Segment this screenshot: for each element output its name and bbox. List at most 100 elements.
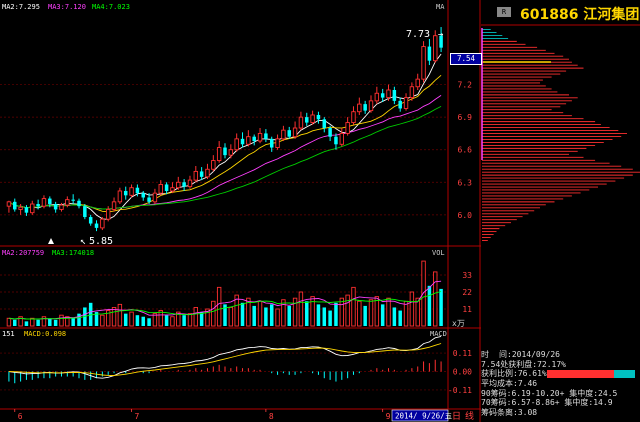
volume-bar — [281, 299, 286, 327]
volume-bar — [147, 318, 151, 326]
tab-line[interactable]: 线 — [465, 410, 474, 422]
volume-bar — [117, 303, 123, 327]
stock-badge: R — [497, 7, 511, 17]
volume-bar — [398, 310, 402, 326]
volume-bar — [433, 271, 438, 327]
y-tick-label: 22 — [462, 288, 472, 297]
volume-bar — [211, 300, 216, 327]
volume-bar — [269, 304, 274, 326]
volume-bar — [339, 297, 345, 327]
candle-body — [374, 92, 380, 102]
candle-body — [287, 130, 291, 137]
volume-bar — [310, 296, 315, 327]
candle-body — [129, 187, 134, 196]
candle-body — [94, 223, 99, 228]
stat-avg-cost: 平均成本:7.46 — [481, 379, 538, 389]
volume-bar — [100, 314, 105, 327]
volume-bar — [368, 299, 374, 327]
candle-body — [392, 90, 397, 101]
volume-bar — [123, 313, 128, 326]
volume-bar — [53, 319, 58, 326]
y-tick-label: 6.3 — [458, 178, 473, 187]
volume-bar — [351, 286, 356, 327]
candle-body — [170, 187, 175, 192]
y-tick-label: 6.0 — [458, 211, 473, 220]
volume-bar — [36, 319, 40, 326]
volume-bar — [316, 304, 321, 326]
vol-ma3-label: MA3:174018 — [52, 249, 94, 257]
volume-bar — [380, 304, 385, 326]
ma4-label: MA4:7.023 — [92, 3, 130, 11]
stock-name: 江河集团 — [583, 7, 640, 23]
candle-body — [141, 193, 145, 198]
y-tick-label: 6.9 — [458, 113, 473, 122]
volume-bar — [439, 288, 443, 326]
candle-body — [380, 93, 385, 98]
stat-ratio: 获利比例:76.61% — [481, 369, 640, 379]
y-tick-label: 0.00 — [453, 368, 472, 377]
candle-body — [240, 138, 245, 145]
candle-body — [147, 197, 151, 202]
vol-tag: VOL — [432, 249, 445, 257]
volume-bar — [77, 313, 81, 326]
candle-body — [65, 199, 70, 206]
candle-body — [298, 116, 304, 129]
volume-bar — [164, 315, 169, 326]
volume-bar — [305, 301, 309, 326]
volume-bar — [129, 311, 134, 327]
low-marker: ↖ 5.85 — [80, 236, 113, 247]
volume-bar — [141, 316, 145, 326]
volume-bar — [41, 316, 47, 327]
volume-bar — [111, 307, 117, 327]
candle-body — [83, 206, 87, 218]
candle-body — [269, 138, 274, 148]
candle-body — [77, 200, 81, 207]
volume-bar — [216, 286, 222, 327]
ma3-label: MA3:7.120 — [48, 3, 86, 11]
stock-chart-window: 7.2 6.9 6.6 6.3 6.0 33 22 11 0.11 0.00 -0.11 6789 … — [0, 0, 640, 422]
tab-day[interactable]: 日 — [452, 411, 461, 422]
candle-body — [427, 46, 432, 61]
candle-body — [111, 201, 117, 210]
volume-bar — [240, 302, 245, 326]
candle-body — [53, 204, 58, 210]
chip-profile-bars — [481, 28, 640, 241]
x-tick-label: 7 — [135, 412, 140, 421]
chip-profile: 7.26.96.66.36.0 — [481, 24, 640, 241]
candle-body — [48, 198, 52, 204]
candle-body — [199, 171, 204, 177]
y-tick-label: 11 — [462, 305, 472, 314]
stock-code: 601886 — [520, 7, 579, 23]
volume-bar — [292, 297, 298, 327]
candle-body — [264, 133, 268, 139]
volume-bar — [252, 305, 256, 326]
stat-ratio-label: 获利比例:76.61% — [481, 369, 547, 379]
candle-body — [433, 35, 438, 62]
low-price-label: 5.85 — [89, 236, 113, 247]
candle-body — [164, 184, 169, 191]
candle-body — [421, 46, 426, 80]
chip-stats: 时 间:2014/09/26 7.54处获利盘:72.17% 获利比例:76.61… — [481, 350, 640, 418]
high-price-label: 7.73 — [406, 29, 430, 40]
candle-body — [281, 129, 286, 140]
low-arrow-icon: ↖ — [80, 236, 86, 247]
volume-bar — [386, 297, 391, 327]
candle-body — [368, 100, 374, 112]
candle-body — [59, 204, 64, 210]
chart-area[interactable]: 7.26.96.66.36.03322110.110.00-0.11 6789 … — [0, 0, 481, 422]
candle-body — [13, 201, 17, 210]
y-tick-label: 33 — [462, 271, 472, 280]
candle-body — [328, 128, 332, 137]
candle-body — [398, 100, 402, 109]
x-tick-label: 9 — [386, 412, 391, 421]
volume-bar — [427, 285, 432, 326]
candle-body — [403, 97, 409, 109]
candle-body — [415, 78, 420, 88]
volume-bar — [199, 312, 204, 326]
candle-body — [386, 89, 391, 99]
stat-profit: 7.54处获利盘:72.17% — [481, 359, 566, 369]
candle-body — [71, 199, 75, 201]
volume-bar — [257, 300, 263, 327]
candle-body — [6, 201, 12, 207]
volume-bar — [71, 318, 75, 326]
